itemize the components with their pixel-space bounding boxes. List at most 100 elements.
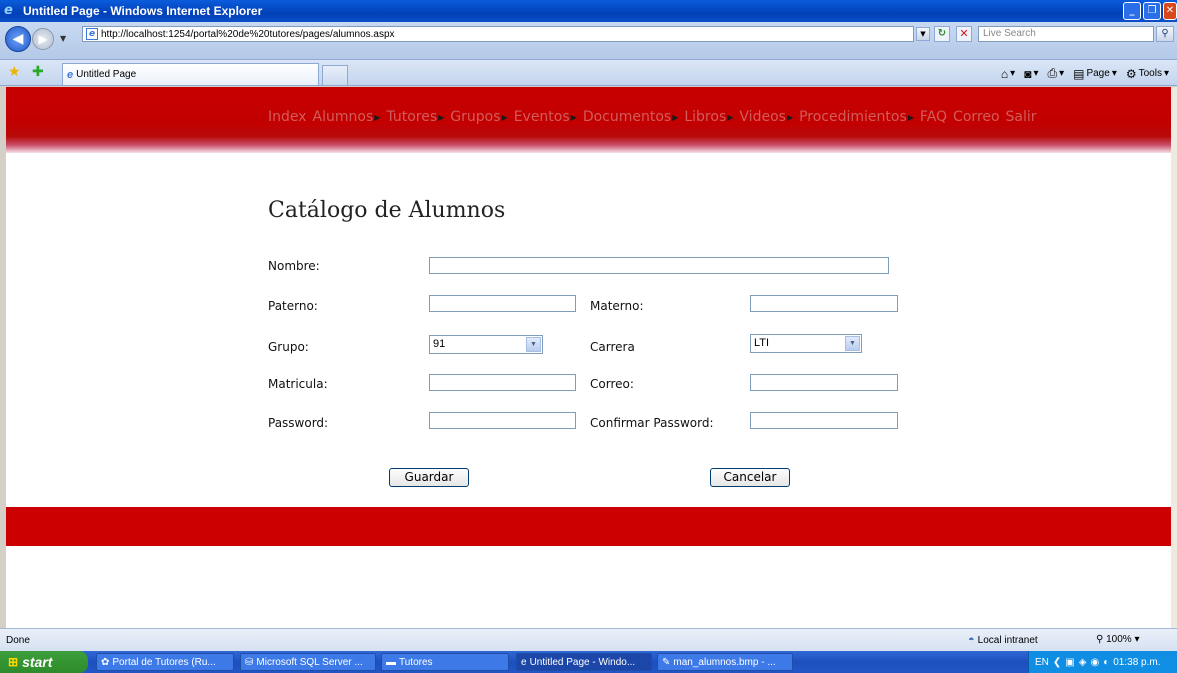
guardar-button[interactable]: Guardar — [389, 468, 469, 487]
taskbar-item-label: Portal de Tutores (Ru... — [112, 656, 216, 668]
search-input[interactable]: Live Search — [978, 26, 1154, 42]
print-button[interactable]: ⎙ ▾ — [1047, 66, 1064, 81]
stop-icon[interactable]: ✕ — [956, 26, 972, 42]
chevron-down-icon[interactable]: ▼ — [845, 336, 860, 351]
zoom-level: 100% — [1106, 634, 1132, 645]
maximize-button[interactable]: ❐ — [1143, 2, 1161, 20]
menu-item-label: Videos — [739, 109, 786, 125]
page-content: Index Alumnos ▶ Tutores ▶ Grupos ▶ Eventos ▶ Docu… — [6, 87, 1171, 628]
folder-icon: ▬ — [386, 656, 396, 668]
submenu-arrow-icon: ▶ — [907, 112, 914, 122]
menu-item-tutores[interactable]: Tutores ▶ — [386, 109, 444, 125]
password-input[interactable] — [429, 412, 576, 429]
tools-menu-label: Tools — [1138, 68, 1162, 79]
menu-item-procedimientos[interactable]: Procedimientos ▶ — [799, 109, 914, 125]
tab-untitled-page[interactable]: e Untitled Page — [62, 63, 319, 85]
menu-item-videos[interactable]: Videos ▶ — [739, 109, 793, 125]
tray-expand-icon[interactable]: ❮ — [1053, 657, 1061, 668]
page-title: Catálogo de Alumnos — [268, 198, 506, 223]
new-tab-button[interactable] — [322, 65, 348, 85]
correo-label: Correo: — [590, 377, 634, 391]
taskbar-item-label: man_alumnos.bmp - ... — [673, 656, 776, 668]
menu-item-salir[interactable]: Salir — [1006, 109, 1037, 125]
vertical-scrollbar[interactable] — [1171, 87, 1177, 628]
search-icon[interactable]: ⚲ — [1156, 26, 1174, 42]
zoom-control[interactable]: ⚲ 100% ▾ — [1096, 634, 1140, 645]
paterno-input[interactable] — [429, 295, 576, 312]
ie-icon: e — [4, 3, 13, 18]
grupo-select-value: 91 — [433, 338, 446, 350]
shield-icon[interactable]: ◈ — [1079, 657, 1087, 668]
menu-item-label: Grupos — [450, 109, 501, 125]
submenu-arrow-icon: ▶ — [501, 112, 508, 122]
confirmar-password-input[interactable] — [750, 412, 898, 429]
nombre-input[interactable] — [429, 257, 889, 274]
menu-item-correo[interactable]: Correo — [953, 109, 999, 125]
menu-item-grupos[interactable]: Grupos ▶ — [450, 109, 507, 125]
taskbar-item-sql-server[interactable]: ⛁ Microsoft SQL Server ... — [240, 653, 376, 671]
window-title-bar[interactable]: e Untitled Page - Windows Internet Explo… — [0, 0, 1177, 22]
page-menu-button[interactable]: ▤ Page ▾ — [1073, 67, 1117, 81]
status-bar: Done ◓ Local intranet ⚲ 100% ▾ — [0, 628, 1177, 651]
taskbar-item-label: Tutores — [399, 656, 433, 668]
language-indicator[interactable]: EN — [1035, 657, 1049, 668]
grupo-select[interactable]: 91 ▼ — [429, 335, 543, 354]
menu-item-eventos[interactable]: Eventos ▶ — [514, 109, 577, 125]
zone-label: Local intranet — [977, 634, 1038, 646]
security-alert-icon[interactable]: ◉ — [1090, 657, 1099, 668]
taskbar-item-portal[interactable]: ✿ Portal de Tutores (Ru... — [96, 653, 234, 671]
menu-item-alumnos[interactable]: Alumnos ▶ — [313, 109, 381, 125]
gear-icon: ⚙ — [1125, 66, 1137, 81]
tools-menu-button[interactable]: ⚙ Tools ▾ — [1126, 67, 1169, 81]
minimize-button[interactable]: _ — [1123, 2, 1141, 20]
close-button[interactable]: ✕ — [1163, 2, 1177, 20]
menu-item-label: Eventos — [513, 109, 570, 125]
footer-banner — [6, 507, 1171, 546]
materno-label: Materno: — [590, 299, 644, 313]
menu-item-label: Procedimientos — [799, 109, 907, 125]
password-label: Password: — [268, 416, 329, 430]
window-controls: _ ❐ ✕ — [1123, 2, 1177, 20]
home-button[interactable]: ⌂ ▾ — [1001, 67, 1015, 81]
windows-taskbar: ⊞ start ✿ Portal de Tutores (Ru... ⛁ Micro… — [0, 651, 1177, 673]
security-zone[interactable]: ◓ Local intranet — [968, 634, 1038, 646]
start-label: start — [22, 654, 53, 670]
volume-icon[interactable]: ◐ — [1103, 657, 1109, 668]
matricula-input[interactable] — [429, 374, 576, 391]
menu-item-index[interactable]: Index — [268, 109, 307, 125]
network-icon[interactable]: ▣ — [1065, 657, 1074, 668]
chevron-down-icon[interactable]: ▼ — [526, 337, 541, 352]
materno-input[interactable] — [750, 295, 898, 312]
refresh-icon[interactable]: ↻ — [934, 26, 950, 42]
intranet-icon: ◓ — [968, 634, 975, 646]
confirmar-password-label: Confirmar Password: — [590, 416, 714, 430]
back-button[interactable]: ◀ — [5, 26, 31, 52]
taskbar-item-tutores[interactable]: ▬ Tutores — [381, 653, 509, 671]
history-dropdown-icon[interactable]: ▼ — [60, 34, 66, 43]
header-banner: Index Alumnos ▶ Tutores ▶ Grupos ▶ Eventos ▶ Docu… — [6, 87, 1171, 153]
carrera-select-value: LTI — [754, 337, 770, 349]
address-bar[interactable]: e http://localhost:1254/portal%20de%20tu… — [82, 26, 914, 42]
menu-item-libros[interactable]: Libros ▶ — [684, 109, 733, 125]
carrera-select[interactable]: LTI ▼ — [750, 334, 862, 353]
taskbar-item-untitled-page[interactable]: e Untitled Page - Windo... — [516, 653, 652, 671]
add-favorites-icon[interactable]: ✚ — [32, 65, 44, 79]
cancelar-button[interactable]: Cancelar — [710, 468, 790, 487]
menu-item-documentos[interactable]: Documentos ▶ — [583, 109, 679, 125]
address-url: http://localhost:1254/portal%20de%20tuto… — [101, 28, 395, 40]
start-button[interactable]: ⊞ start — [0, 651, 88, 673]
status-text: Done — [6, 635, 30, 646]
taskbar-item-paint[interactable]: ✎ man_alumnos.bmp - ... — [657, 653, 793, 671]
feeds-button[interactable]: ◙ ▾ — [1024, 67, 1038, 81]
favorites-star-icon[interactable]: ★ — [8, 65, 21, 79]
home-icon: ⌂ — [1000, 66, 1009, 81]
menu-item-label: Libros — [684, 109, 727, 125]
menu-item-faq[interactable]: FAQ — [920, 109, 947, 125]
menu-item-label: Tutores — [386, 109, 438, 125]
main-menu: Index Alumnos ▶ Tutores ▶ Grupos ▶ Eventos ▶ Docu… — [268, 109, 1043, 125]
tab-bar: ★ ✚ e Untitled Page ⌂ ▾ ◙ ▾ ⎙ ▾ ▤ Page ▾ ⚙ Too… — [0, 60, 1177, 86]
correo-input[interactable] — [750, 374, 898, 391]
address-dropdown-icon[interactable]: ▼ — [916, 27, 930, 41]
forward-button[interactable]: ▶ — [32, 28, 54, 50]
app-icon: ✿ — [101, 656, 110, 668]
